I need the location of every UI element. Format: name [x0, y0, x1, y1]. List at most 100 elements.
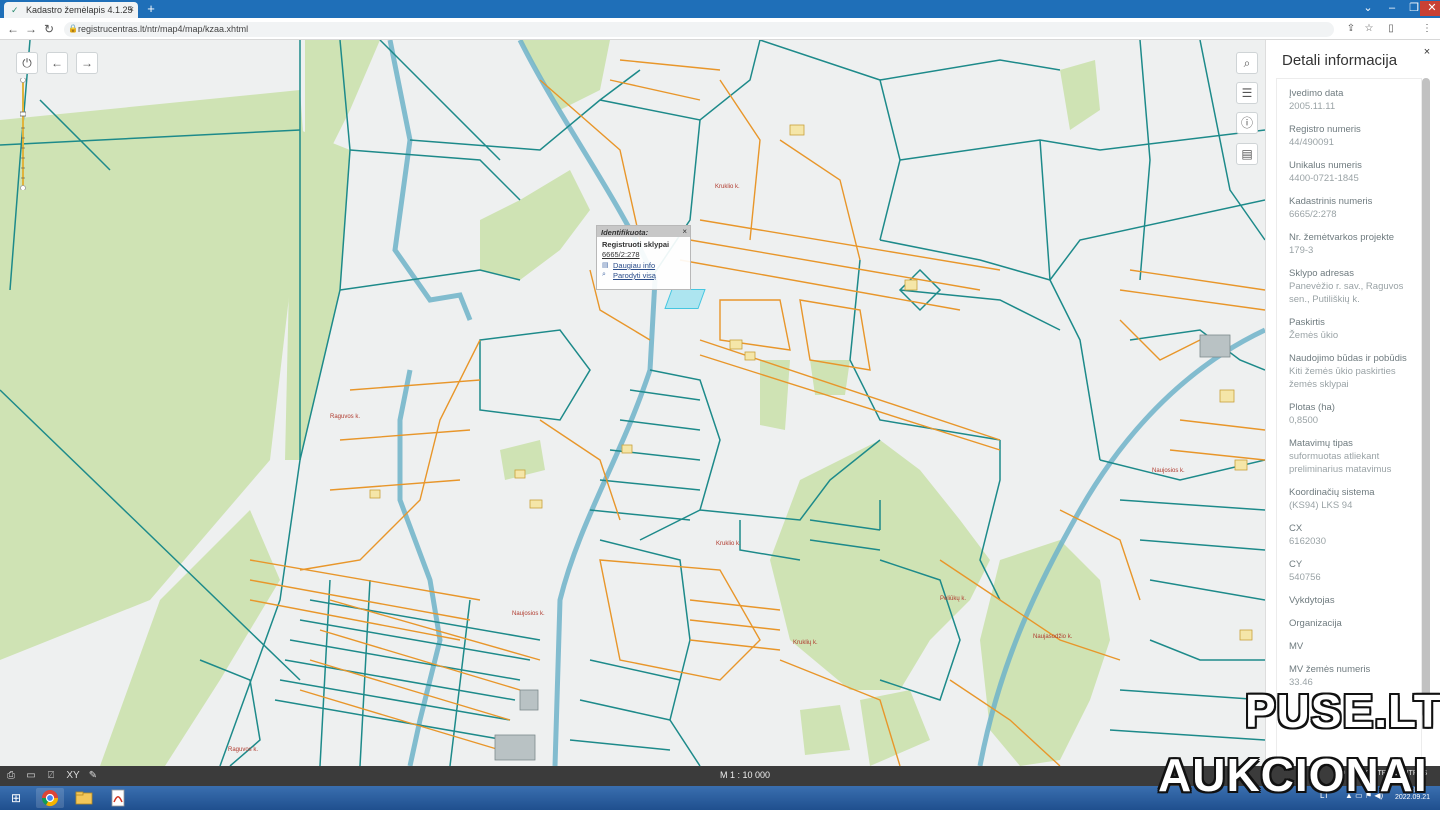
orange-strips-north [679, 219, 1001, 311]
info-icon[interactable]: ⓘ [1236, 112, 1258, 134]
parcel-line [899, 129, 1265, 161]
field-purpose: Paskirtis Žemės ūkio [1289, 316, 1421, 342]
field-label: Unikalus numeris [1289, 160, 1362, 171]
show-all-link[interactable]: ⌕ Parodyti visą [597, 270, 690, 280]
map-canvas[interactable]: Raguvos k. Kruklio k. Naujosios k. Naujo… [0, 40, 1265, 766]
orange-parcel [799, 299, 871, 371]
field-mv: MV [1289, 640, 1421, 653]
new-tab-button[interactable]: + [144, 2, 158, 15]
building-marker [621, 444, 633, 454]
folder-icon [75, 791, 93, 805]
list-icon[interactable]: ▤ [1236, 143, 1258, 165]
draw-icon[interactable]: ✎ [86, 769, 100, 783]
tab-search-icon[interactable]: ⌄ [1356, 1, 1380, 16]
zoom-handle[interactable] [20, 111, 26, 117]
measure-icon[interactable]: ▭ [24, 769, 38, 783]
show-all-label: Parodyti visą [613, 271, 656, 280]
parcel-strips-east [1099, 459, 1265, 601]
parcel-line [849, 259, 1001, 441]
popup-close-icon[interactable]: × [682, 227, 687, 236]
building-marker [369, 489, 381, 499]
coordinates-icon[interactable]: XY [64, 769, 82, 783]
pdf-taskbar-icon[interactable] [104, 788, 132, 808]
forest-area-center [770, 440, 990, 690]
forward-arrow-icon[interactable]: → [24, 22, 38, 36]
field-label: Paskirtis [1289, 317, 1325, 328]
building-marker [904, 279, 918, 291]
field-label: Vykdytojas [1289, 595, 1335, 606]
parcel-polygon [479, 329, 591, 421]
map-back-button[interactable]: ← [46, 52, 68, 74]
settlement-block [494, 734, 536, 761]
panel-close-icon[interactable]: × [1420, 45, 1434, 59]
tab-title: Kadastro žemėlapis 4.1.25 [26, 5, 133, 15]
export-icon[interactable]: ⍁ [44, 769, 58, 783]
place-label: Naujasodžio k. [1033, 634, 1073, 640]
field-value: 6162030 [1289, 536, 1326, 547]
place-label: Kruklio k. [715, 184, 740, 190]
detail-field-list[interactable]: Įvedimo data 2005.11.11 Registro numeris 4… [1276, 78, 1422, 768]
building-marker [1234, 459, 1248, 471]
place-label: Naujosios k. [1152, 468, 1185, 474]
field-parcel-address: Sklypo adresas Panevėžio r. sav., Raguvos… [1289, 267, 1421, 306]
url-input[interactable]: 🔒 registrucentras.lt/ntr/map4/map/kzaa.x… [64, 22, 1334, 37]
layers-icon[interactable]: ☰ [1236, 82, 1258, 104]
field-label: Sklypo adresas [1289, 268, 1354, 279]
orange-strips-east [1119, 269, 1265, 311]
field-cadastral-number: Kadastrinis numeris 6665/2:278 [1289, 195, 1421, 221]
place-label: Raguvos k. [330, 414, 360, 420]
field-value: 179-3 [1289, 245, 1314, 256]
side-panel-icon[interactable]: ▯ [1384, 22, 1398, 36]
back-arrow-icon[interactable]: ← [6, 22, 20, 36]
field-measurement-type: Matavimų tipas suformuotas atliekant prel… [1289, 437, 1421, 476]
power-button[interactable]: ⏻ [16, 52, 38, 74]
folder-taskbar-icon[interactable] [70, 788, 98, 808]
share-icon[interactable]: ⇪ [1344, 22, 1358, 36]
reload-icon[interactable]: ↻ [42, 22, 56, 36]
magnifier-icon: ⌕ [602, 271, 606, 278]
popup-parcel-number[interactable]: 6665/2:278 [597, 249, 690, 260]
minimize-button[interactable]: – [1380, 1, 1404, 16]
parcel-line [1039, 139, 1101, 461]
orange-line [779, 139, 861, 261]
field-label: Nr. žemėtvarkos projekte [1289, 232, 1395, 243]
forest-patch-south2 [800, 705, 850, 755]
parcel-line [339, 269, 521, 291]
field-register-number: Registro numeris 44/490091 [1289, 123, 1421, 149]
field-label: Naudojimo būdas ir pobūdis [1289, 353, 1407, 364]
close-window-button[interactable]: ✕ [1420, 1, 1440, 16]
search-icon[interactable]: ⌕ [1236, 52, 1258, 74]
more-info-link[interactable]: ▤ Daugiau info [597, 260, 690, 270]
place-label: Raguvos k. [228, 747, 258, 753]
selected-parcel-highlight[interactable] [664, 289, 706, 309]
bookmark-star-icon[interactable]: ☆ [1362, 22, 1376, 36]
forest-patch-north [480, 170, 590, 280]
map-forward-button[interactable]: → [76, 52, 98, 74]
zoom-slider[interactable] [20, 78, 26, 190]
popup-header: Identifikuota: [597, 226, 690, 237]
building-marker [789, 124, 805, 136]
parcel-line [879, 199, 1265, 281]
place-label: Naujosios k. [512, 611, 545, 617]
orange-strips-east2 [1169, 419, 1265, 461]
chrome-taskbar-icon[interactable] [36, 788, 64, 808]
browser-tab-strip: ✓ Kadastro žemėlapis 4.1.25 × + ⌄ – ❐ ✕ [0, 0, 1440, 18]
start-button[interactable]: ⊞ [2, 788, 30, 808]
browser-menu-icon[interactable]: ⋮ [1420, 22, 1434, 36]
browser-tab[interactable]: ✓ Kadastro žemėlapis 4.1.25 × [4, 2, 138, 18]
panel-scrollbar[interactable] [1422, 78, 1430, 718]
side-road-north [387, 40, 473, 321]
parcel-line [349, 149, 521, 201]
print-icon[interactable]: ⎙ [4, 769, 18, 783]
cadastral-map[interactable]: Raguvos k. Kruklio k. Naujosios k. Naujo… [0, 40, 1265, 766]
field-entry-date: Įvedimo data 2005.11.11 [1289, 87, 1421, 113]
field-label: Plotas (ha) [1289, 402, 1335, 413]
building-marker [514, 469, 526, 479]
field-label: CX [1289, 523, 1303, 534]
tab-close-icon[interactable]: × [129, 4, 134, 14]
parcel-line [599, 40, 761, 121]
field-cx: CX 6162030 [1289, 522, 1421, 548]
field-label: MV [1289, 641, 1304, 652]
orange-road-edge [699, 354, 1001, 451]
url-text: registrucentras.lt/ntr/map4/map/kzaa.xht… [78, 24, 249, 34]
